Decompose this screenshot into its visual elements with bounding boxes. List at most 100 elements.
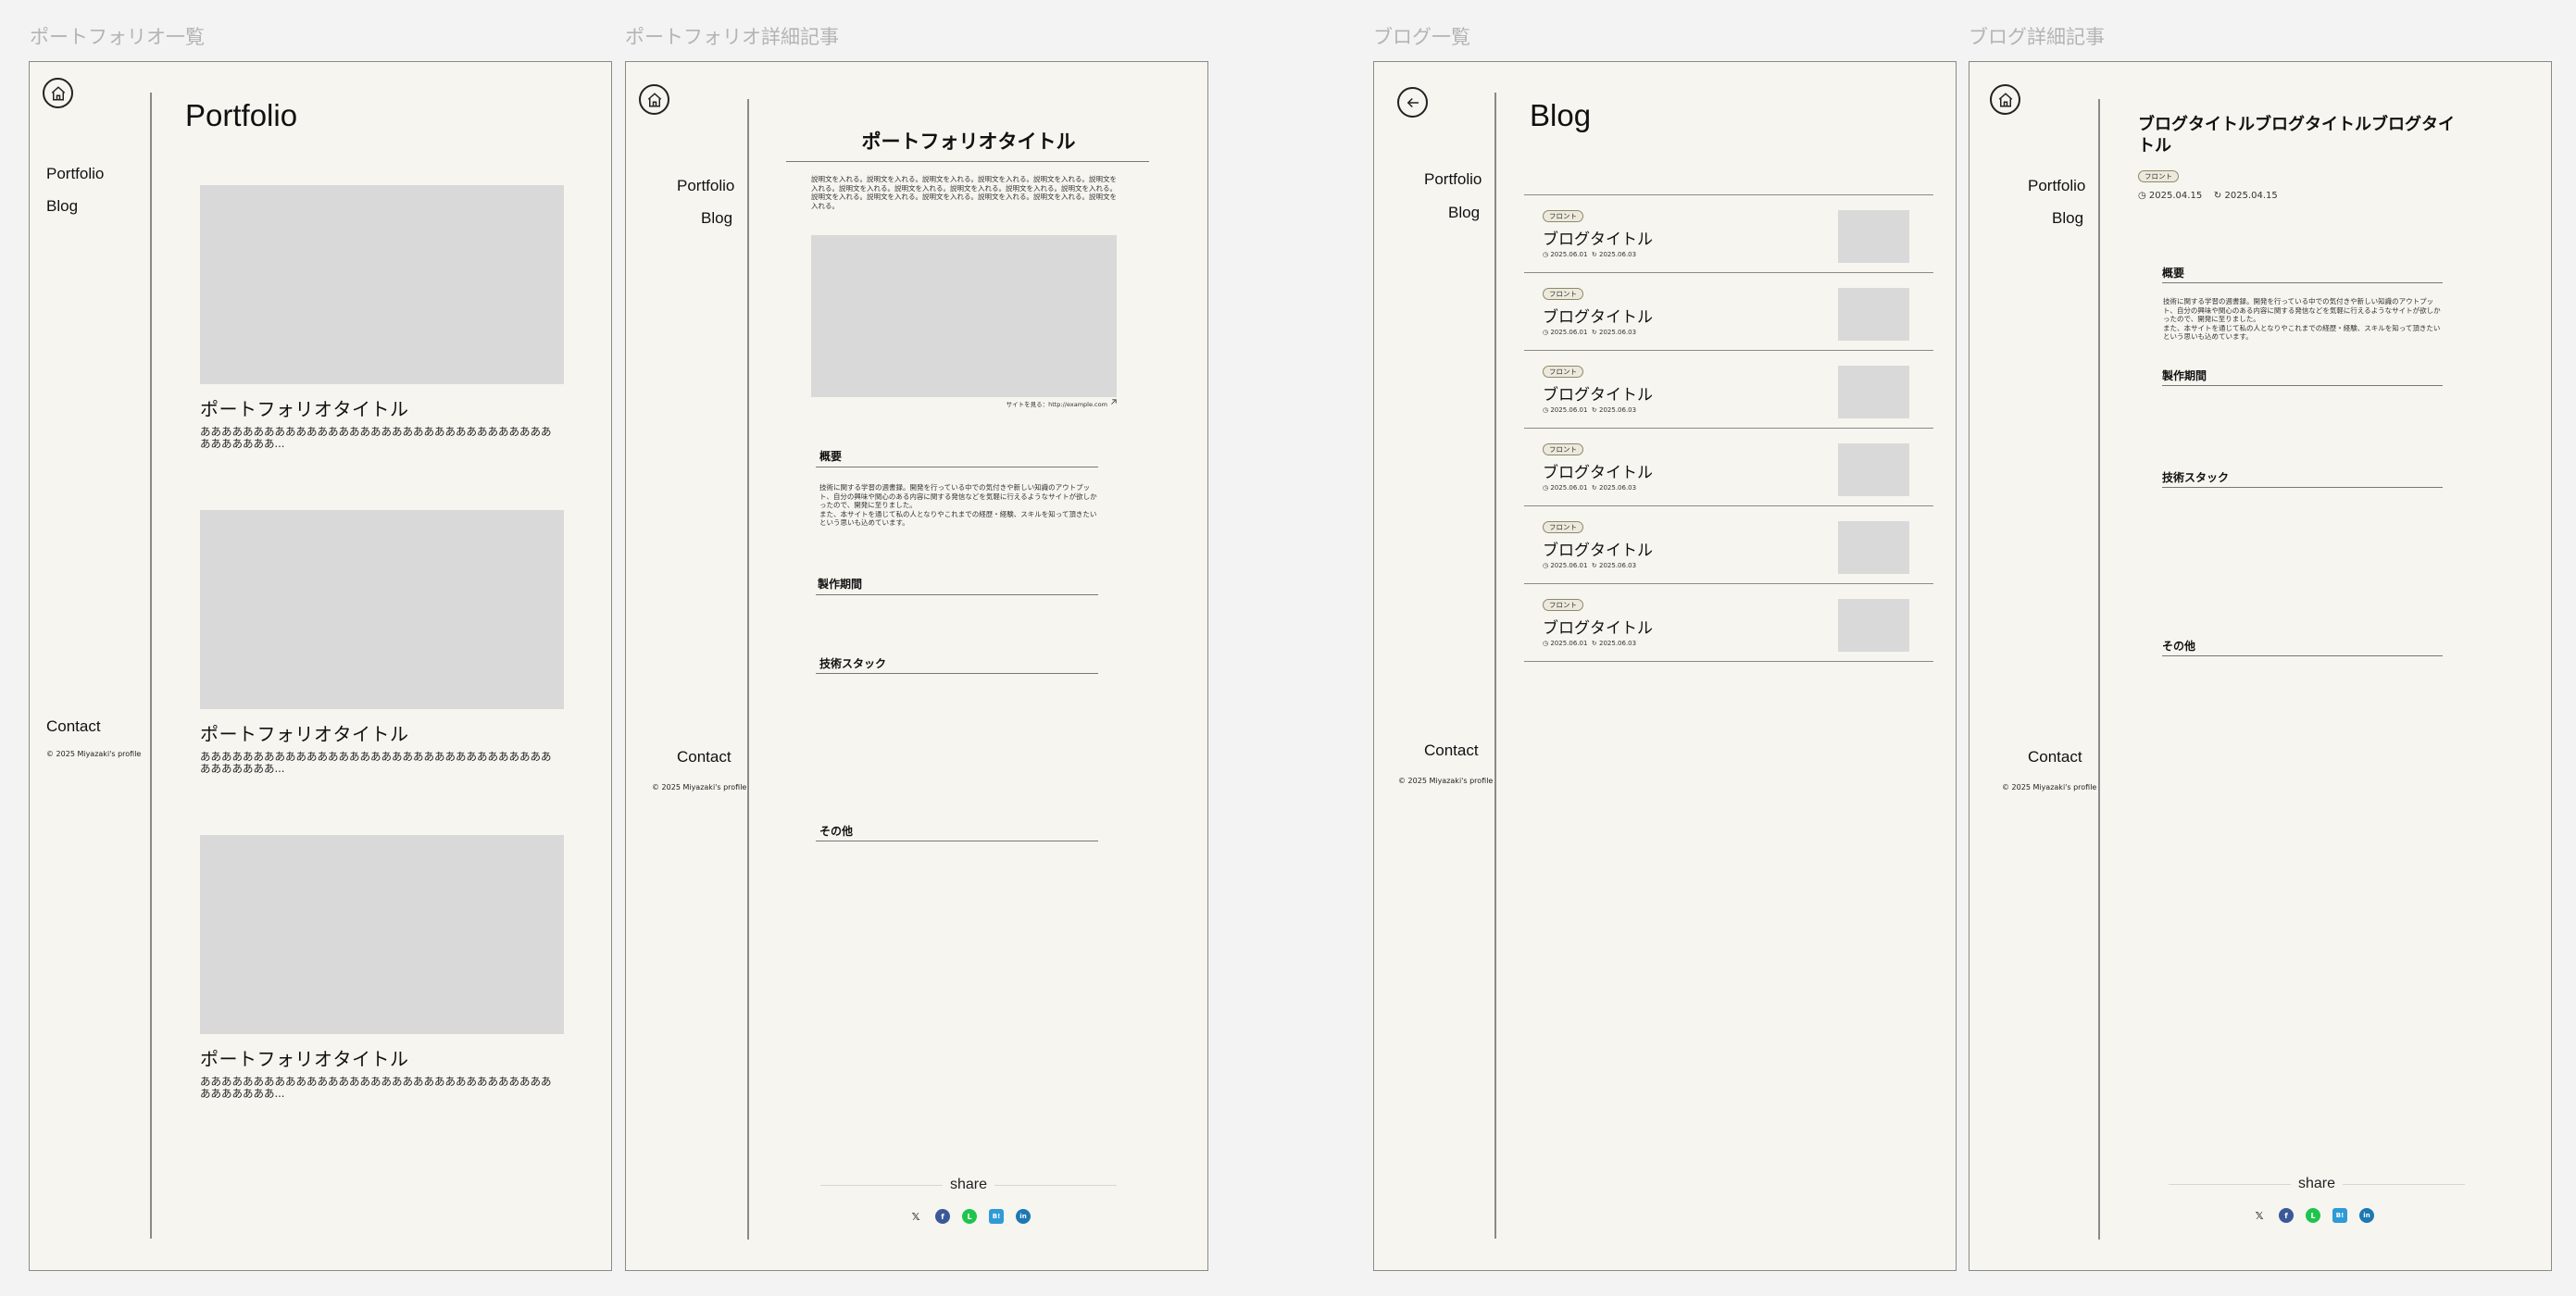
arrow-left-icon xyxy=(1407,97,1419,107)
portfolio-thumbnail[interactable] xyxy=(200,510,564,709)
blog-item-title[interactable]: ブログタイトル xyxy=(1543,615,1653,638)
section-heading-stack: 技術スタック xyxy=(819,657,887,670)
page-title: Blog xyxy=(1530,98,1592,132)
blog-list-item[interactable]: フロント ブログタイトル ◷ 2025.06.01 ↻ 2025.06.03 xyxy=(1524,195,1933,273)
blog-list-item[interactable]: フロント ブログタイトル ◷ 2025.06.01 ↻ 2025.06.03 xyxy=(1524,429,1933,506)
home-button[interactable] xyxy=(1990,84,2020,115)
section-rule xyxy=(816,594,1098,595)
home-button[interactable] xyxy=(43,78,73,108)
article-lead: 説明文を入れる。説明文を入れる。説明文を入れる。説明文を入れる。説明文を入れる。… xyxy=(811,175,1117,210)
nav-portfolio[interactable]: Portfolio xyxy=(46,165,104,183)
updated-date: 2025.06.03 xyxy=(1599,640,1637,647)
nav-contact[interactable]: Contact xyxy=(2028,748,2082,766)
portfolio-card-desc: ああああああああああああああああああああああああああああああああああああああああ… xyxy=(200,1075,552,1100)
nav-blog[interactable]: Blog xyxy=(701,209,732,228)
blog-item-title[interactable]: ブログタイトル xyxy=(1543,304,1653,327)
blog-item-thumbnail[interactable] xyxy=(1838,366,1909,418)
title-underline xyxy=(786,161,1149,162)
category-tag[interactable]: フロント xyxy=(1543,443,1583,455)
category-tag[interactable]: フロント xyxy=(1543,599,1583,611)
line-icon[interactable]: L xyxy=(2306,1208,2320,1223)
share-rule-right xyxy=(2343,1183,2465,1185)
section-heading-other: その他 xyxy=(819,825,854,838)
hatena-icon[interactable]: B! xyxy=(989,1209,1004,1224)
linkedin-icon[interactable]: in xyxy=(2359,1208,2374,1223)
nav-portfolio[interactable]: Portfolio xyxy=(677,177,734,195)
category-tag[interactable]: フロント xyxy=(2138,170,2179,182)
created-date: 2025.06.01 xyxy=(1550,484,1588,492)
nav-contact[interactable]: Contact xyxy=(1424,741,1479,760)
nav-contact[interactable]: Contact xyxy=(677,748,732,766)
created-date: 2025.04.15 xyxy=(2148,191,2203,201)
blog-list-item[interactable]: フロント ブログタイトル ◷ 2025.06.01 ↻ 2025.06.03 xyxy=(1524,351,1933,429)
portfolio-thumbnail[interactable] xyxy=(200,185,564,384)
home-button[interactable] xyxy=(639,84,669,115)
blog-list-item[interactable]: フロント ブログタイトル ◷ 2025.06.01 ↻ 2025.06.03 xyxy=(1524,273,1933,351)
blog-item-thumbnail[interactable] xyxy=(1838,210,1909,263)
blog-item-title[interactable]: ブログタイトル xyxy=(1543,381,1653,405)
blog-list-item[interactable]: フロント ブログタイトル ◷ 2025.06.01 ↻ 2025.06.03 xyxy=(1524,584,1933,662)
portfolio-detail-frame: Portfolio Blog Contact © 2025 Miyazaki's… xyxy=(625,61,1208,1271)
section-rule xyxy=(2162,655,2443,656)
blog-item-thumbnail[interactable] xyxy=(1838,599,1909,652)
portfolio-card-title[interactable]: ポートフォリオタイトル xyxy=(200,719,409,746)
refresh-icon: ↻ xyxy=(1591,406,1597,414)
frame-label-blog-detail: ブログ詳細記事 xyxy=(1969,26,2105,48)
article-tag-wrap: フロント xyxy=(2138,165,2179,182)
x-icon[interactable]: 𝕏 xyxy=(2252,1208,2267,1223)
blog-item-title[interactable]: ブログタイトル xyxy=(1543,226,1653,249)
updated-date: 2025.06.03 xyxy=(1599,484,1637,492)
blog-list-item[interactable]: フロント ブログタイトル ◷ 2025.06.01 ↻ 2025.06.03 xyxy=(1524,506,1933,584)
clock-icon: ◷ xyxy=(1543,562,1549,569)
copyright: © 2025 Miyazaki's profile xyxy=(1398,777,1494,785)
sidebar-divider xyxy=(747,99,749,1240)
blog-item-thumbnail[interactable] xyxy=(1838,443,1909,496)
sidebar-divider xyxy=(1494,93,1496,1239)
share-rule-left xyxy=(820,1184,943,1186)
portfolio-card-title[interactable]: ポートフォリオタイトル xyxy=(200,1044,409,1071)
updated-date: 2025.06.03 xyxy=(1599,406,1637,414)
share-header: share xyxy=(820,1177,1117,1193)
portfolio-card-title[interactable]: ポートフォリオタイトル xyxy=(200,394,409,421)
back-button[interactable] xyxy=(1397,87,1428,118)
site-link[interactable]: サイトを見る：http://example.com xyxy=(932,399,1117,408)
sidebar-divider xyxy=(150,93,152,1239)
category-tag[interactable]: フロント xyxy=(1543,210,1583,222)
nav-blog[interactable]: Blog xyxy=(2052,209,2083,228)
blog-item-title[interactable]: ブログタイトル xyxy=(1543,537,1653,560)
portfolio-card-desc: ああああああああああああああああああああああああああああああああああああああああ… xyxy=(200,425,552,450)
portfolio-thumbnail[interactable] xyxy=(200,835,564,1034)
nav-blog[interactable]: Blog xyxy=(1448,204,1480,222)
blog-item-dates: ◷ 2025.06.01 ↻ 2025.06.03 xyxy=(1543,484,1636,492)
home-icon xyxy=(1998,92,2012,106)
line-icon[interactable]: L xyxy=(962,1209,977,1224)
share-rule-right xyxy=(994,1184,1117,1186)
x-icon[interactable]: 𝕏 xyxy=(908,1209,923,1224)
site-link-text[interactable]: サイトを見る：http://example.com xyxy=(1007,401,1107,408)
facebook-icon[interactable]: f xyxy=(935,1209,950,1224)
nav-portfolio[interactable]: Portfolio xyxy=(2028,177,2085,195)
category-tag[interactable]: フロント xyxy=(1543,288,1583,300)
category-tag[interactable]: フロント xyxy=(1543,521,1583,533)
portfolio-card-desc: ああああああああああああああああああああああああああああああああああああああああ… xyxy=(200,750,552,775)
blog-item-thumbnail[interactable] xyxy=(1838,521,1909,574)
blog-item-title[interactable]: ブログタイトル xyxy=(1543,459,1653,482)
clock-icon: ◷ xyxy=(1543,329,1549,336)
nav-portfolio[interactable]: Portfolio xyxy=(1424,170,1482,189)
refresh-icon: ↻ xyxy=(1591,329,1597,336)
blog-detail-frame: Portfolio Blog Contact © 2025 Miyazaki's… xyxy=(1969,61,2552,1271)
facebook-icon[interactable]: f xyxy=(2279,1208,2294,1223)
clock-icon: ◷ xyxy=(1543,251,1549,258)
article-title: ブログタイトルブログタイトルブログタイトル xyxy=(2138,115,2455,155)
nav-contact[interactable]: Contact xyxy=(46,717,101,736)
blog-item-thumbnail[interactable] xyxy=(1838,288,1909,341)
refresh-icon: ↻ xyxy=(1591,484,1597,492)
section-heading-overview: 概要 xyxy=(819,450,843,463)
hatena-icon[interactable]: B! xyxy=(2332,1208,2347,1223)
nav-blog[interactable]: Blog xyxy=(46,197,78,216)
linkedin-icon[interactable]: in xyxy=(1016,1209,1031,1224)
updated-date: 2025.04.15 xyxy=(2224,191,2278,201)
page-title: Portfolio xyxy=(185,98,298,132)
category-tag[interactable]: フロント xyxy=(1543,366,1583,378)
created-date: 2025.06.01 xyxy=(1550,329,1588,336)
